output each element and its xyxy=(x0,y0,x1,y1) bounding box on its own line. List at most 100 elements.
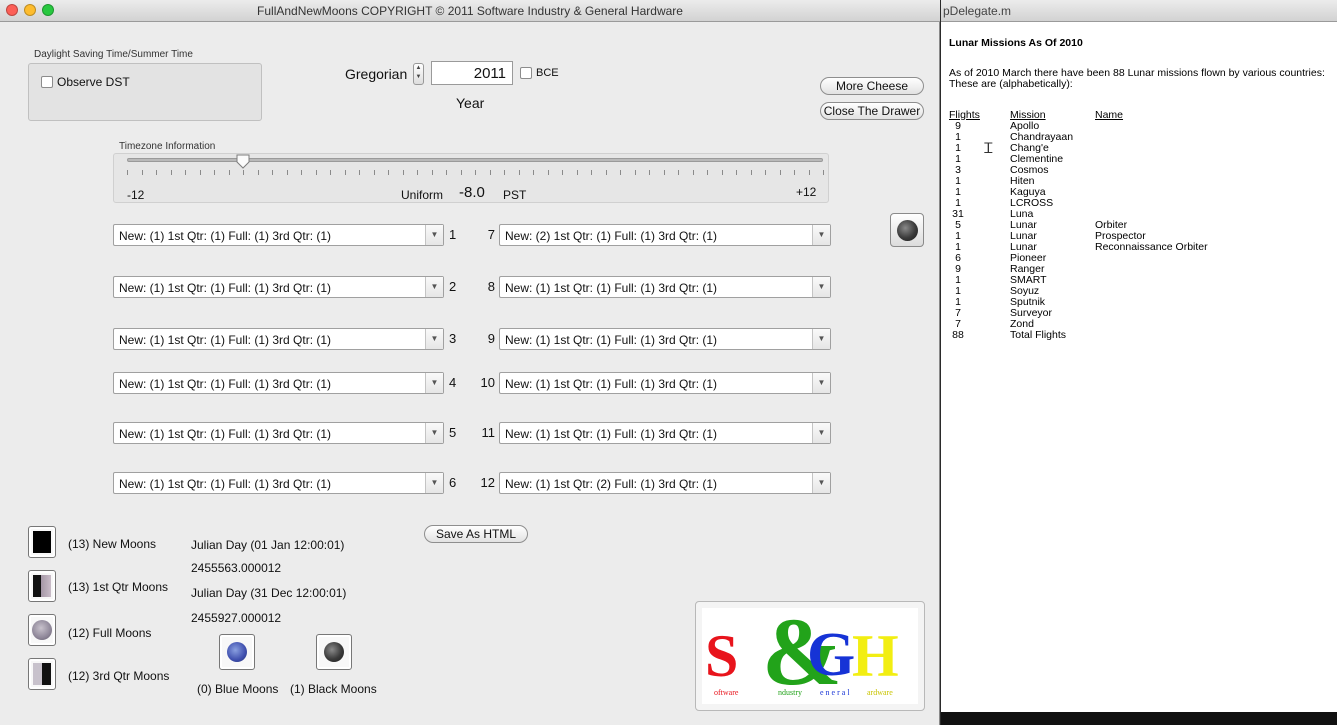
month-9-combo[interactable]: New: (1) 1st Qtr: (1) Full: (1) 3rd Qtr:… xyxy=(499,328,831,350)
month-4-phases: New: (1) 1st Qtr: (1) Full: (1) 3rd Qtr:… xyxy=(119,377,332,391)
close-drawer-button[interactable]: Close The Drawer xyxy=(820,102,924,120)
slider-tick xyxy=(620,170,621,175)
slider-tick xyxy=(170,170,172,175)
slider-tick xyxy=(605,170,607,175)
slider-tick xyxy=(750,170,752,175)
observe-dst-checkbox[interactable] xyxy=(41,76,53,88)
logo-letter-g: G xyxy=(807,621,856,689)
month-8-dropdown-arrow-icon[interactable]: ▼ xyxy=(812,277,830,297)
month-4-combo[interactable]: New: (1) 1st Qtr: (1) Full: (1) 3rd Qtr:… xyxy=(113,372,444,394)
month-12-phases: New: (1) 1st Qtr: (2) Full: (1) 3rd Qtr:… xyxy=(505,477,718,491)
month-11-number: 11 xyxy=(481,425,496,440)
window-title: FullAndNewMoons COPYRIGHT © 2011 Softwar… xyxy=(257,4,683,18)
black-moon-well[interactable] xyxy=(316,634,352,670)
slider-tick xyxy=(199,170,201,175)
month-8-number: 8 xyxy=(487,279,495,294)
month-5-dropdown-arrow-icon[interactable]: ▼ xyxy=(425,423,443,443)
month-2-phases: New: (1) 1st Qtr: (1) Full: (1) 3rd Qtr:… xyxy=(119,281,332,295)
month-7-combo[interactable]: New: (2) 1st Qtr: (1) Full: (1) 3rd Qtr:… xyxy=(499,224,831,246)
editor-tab-title: pDelegate.m xyxy=(943,4,1012,18)
slider-tick xyxy=(489,170,491,175)
month-9-dropdown-arrow-icon[interactable]: ▼ xyxy=(812,329,830,349)
month-10-number: 10 xyxy=(480,375,495,390)
dst-group-label: Daylight Saving Time/Summer Time xyxy=(34,49,193,60)
slider-tick xyxy=(794,170,795,175)
slider-tick xyxy=(243,170,244,175)
month-3-phases: New: (1) 1st Qtr: (1) Full: (1) 3rd Qtr:… xyxy=(119,333,332,347)
month-1-combo[interactable]: New: (1) 1st Qtr: (1) Full: (1) 3rd Qtr:… xyxy=(113,224,444,246)
full-moon-well[interactable] xyxy=(28,614,56,646)
slider-tick xyxy=(359,170,360,175)
month-5-combo[interactable]: New: (1) 1st Qtr: (1) Full: (1) 3rd Qtr:… xyxy=(113,422,444,444)
month-6-number: 6 xyxy=(449,475,457,490)
year-value: 2011 xyxy=(473,65,506,82)
timezone-max: +12 xyxy=(796,185,817,199)
slider-tick xyxy=(185,170,186,175)
julian-start-value: 2455563.000012 xyxy=(191,561,282,575)
slider-tick xyxy=(663,170,665,175)
slider-tick xyxy=(765,170,766,175)
month-6-dropdown-arrow-icon[interactable]: ▼ xyxy=(425,473,443,493)
slider-tick xyxy=(315,170,317,175)
slider-tick xyxy=(562,170,563,175)
month-3-number: 3 xyxy=(449,331,457,346)
more-cheese-button[interactable]: More Cheese xyxy=(820,77,924,95)
month-6-combo[interactable]: New: (1) 1st Qtr: (1) Full: (1) 3rd Qtr:… xyxy=(113,472,444,494)
month-10-combo[interactable]: New: (1) 1st Qtr: (1) Full: (1) 3rd Qtr:… xyxy=(499,372,831,394)
first-qtr-moon-icon xyxy=(33,575,51,597)
slider-tick xyxy=(634,170,636,175)
editor-title-bar[interactable]: pDelegate.m xyxy=(941,0,1337,22)
month-12-combo[interactable]: New: (1) 1st Qtr: (2) Full: (1) 3rd Qtr:… xyxy=(499,472,831,494)
first-qtr-well[interactable] xyxy=(28,570,56,602)
title-bar[interactable]: FullAndNewMoons COPYRIGHT © 2011 Softwar… xyxy=(0,0,940,22)
document-heading: Lunar Missions As Of 2010 xyxy=(949,37,1083,49)
black-moon-button[interactable] xyxy=(890,213,924,247)
year-input[interactable]: 2011 xyxy=(431,61,513,85)
timezone-offset: -8.0 xyxy=(459,184,485,201)
logo-letter-h: H xyxy=(852,623,899,689)
black-moons-count: (1) Black Moons xyxy=(290,682,377,696)
month-1-dropdown-arrow-icon[interactable]: ▼ xyxy=(425,225,443,245)
first-qtr-moons-count: (13) 1st Qtr Moons xyxy=(68,580,169,594)
timezone-abbrev: PST xyxy=(503,188,527,202)
month-4-dropdown-arrow-icon[interactable]: ▼ xyxy=(425,373,443,393)
third-qtr-moons-count: (12) 3rd Qtr Moons xyxy=(68,669,170,683)
slider-tick xyxy=(286,170,288,175)
month-7-dropdown-arrow-icon[interactable]: ▼ xyxy=(812,225,830,245)
slider-tick xyxy=(301,170,302,175)
month-7-phases: New: (2) 1st Qtr: (1) Full: (1) 3rd Qtr:… xyxy=(505,229,718,243)
slider-tick xyxy=(779,170,781,175)
blue-moon-well[interactable] xyxy=(219,634,255,670)
logo-word-oftware: oftware xyxy=(714,688,739,697)
black-moon-phase-icon xyxy=(324,642,344,662)
year-caption: Year xyxy=(456,95,485,111)
slider-tick xyxy=(518,170,520,175)
month-2-dropdown-arrow-icon[interactable]: ▼ xyxy=(425,277,443,297)
month-10-dropdown-arrow-icon[interactable]: ▼ xyxy=(812,373,830,393)
document-intro-line-2: These are (alphabetically): xyxy=(949,78,1073,90)
third-qtr-well[interactable] xyxy=(28,658,56,690)
slider-tick xyxy=(547,170,549,175)
black-moon-icon xyxy=(897,220,918,241)
save-as-html-button[interactable]: Save As HTML xyxy=(424,525,528,543)
slider-tick xyxy=(721,170,723,175)
julian-start-label: Julian Day (01 Jan 12:00:01) xyxy=(191,538,345,552)
month-9-phases: New: (1) 1st Qtr: (1) Full: (1) 3rd Qtr:… xyxy=(505,333,718,347)
flights-column-header: Flights xyxy=(949,109,980,121)
month-8-phases: New: (1) 1st Qtr: (1) Full: (1) 3rd Qtr:… xyxy=(505,281,718,295)
month-11-combo[interactable]: New: (1) 1st Qtr: (1) Full: (1) 3rd Qtr:… xyxy=(499,422,831,444)
new-moon-well[interactable] xyxy=(28,526,56,558)
month-11-dropdown-arrow-icon[interactable]: ▼ xyxy=(812,423,830,443)
slider-tick xyxy=(417,170,418,175)
month-3-combo[interactable]: New: (1) 1st Qtr: (1) Full: (1) 3rd Qtr:… xyxy=(113,328,444,350)
calendar-stepper[interactable]: ▲ ▼ xyxy=(413,63,424,85)
timezone-slider-knob[interactable] xyxy=(236,154,250,169)
timezone-slider-track[interactable] xyxy=(127,158,823,162)
slider-tick xyxy=(475,170,476,175)
bce-checkbox[interactable] xyxy=(520,67,532,79)
month-3-dropdown-arrow-icon[interactable]: ▼ xyxy=(425,329,443,349)
month-12-dropdown-arrow-icon[interactable]: ▼ xyxy=(812,473,830,493)
timezone-label: Timezone Information xyxy=(119,141,216,152)
month-2-combo[interactable]: New: (1) 1st Qtr: (1) Full: (1) 3rd Qtr:… xyxy=(113,276,444,298)
month-8-combo[interactable]: New: (1) 1st Qtr: (1) Full: (1) 3rd Qtr:… xyxy=(499,276,831,298)
